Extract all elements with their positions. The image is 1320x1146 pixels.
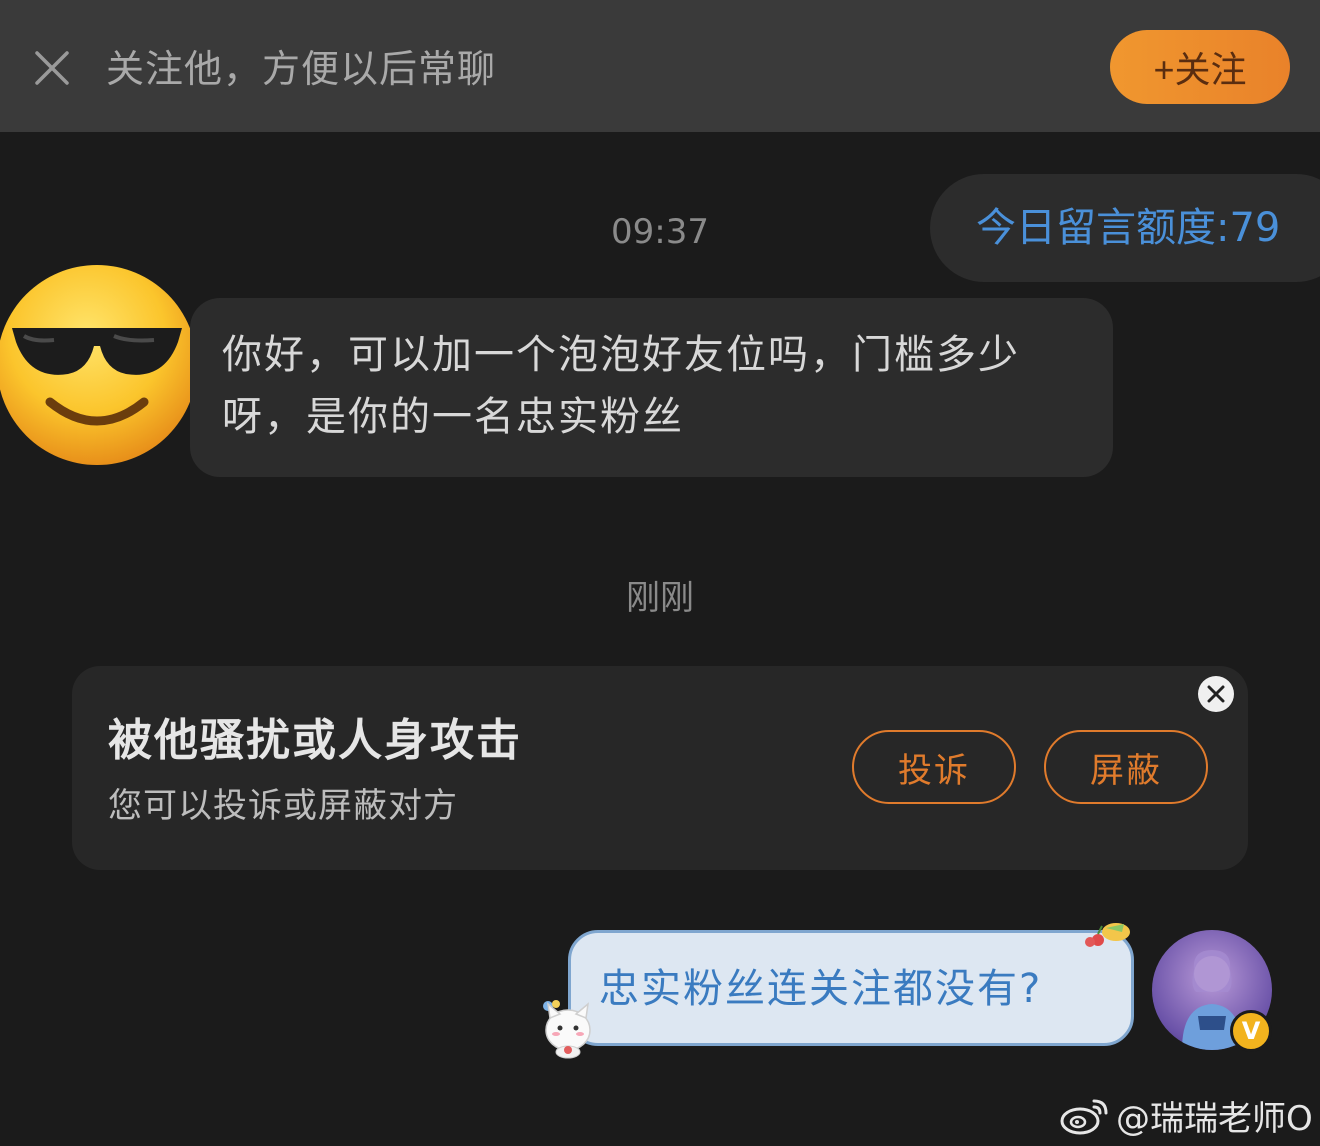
follow-prompt-text: 关注他，方便以后常聊 — [106, 47, 497, 91]
close-card-icon[interactable] — [1198, 676, 1234, 712]
safety-card-title: 被他骚扰或人身攻击 — [108, 715, 522, 766]
follow-button[interactable]: +关注 — [1110, 30, 1290, 104]
watermark-text: @瑞瑞老师O — [1116, 1098, 1313, 1139]
timestamp-second: 刚刚 — [626, 578, 694, 618]
incoming-message-text: 你好，可以加一个泡泡好友位吗，门槛多少呀，是你的一名忠实粉丝 — [222, 332, 1020, 440]
chat-screen: 关注他，方便以后常聊 +关注 今日留言额度:79 09:37 你好，可以加一个泡… — [0, 0, 1320, 1146]
incoming-message-bubble[interactable]: 你好，可以加一个泡泡好友位吗，门槛多少呀，是你的一名忠实粉丝 — [190, 298, 1113, 477]
outgoing-message-text: 忠实粉丝连关注都没有? — [599, 966, 1043, 1012]
harassment-safety-card: 被他骚扰或人身攻击 您可以投诉或屏蔽对方 投诉 屏蔽 — [72, 666, 1248, 870]
timestamp-first: 09:37 — [611, 212, 709, 252]
weibo-logo-icon — [1060, 1099, 1108, 1135]
cat-sticker-icon — [536, 996, 596, 1060]
close-icon[interactable] — [34, 50, 70, 86]
safety-card-subtitle: 您可以投诉或屏蔽对方 — [108, 786, 458, 826]
sunglasses-emoji-icon — [0, 265, 197, 465]
follow-banner: 关注他，方便以后常聊 +关注 — [0, 0, 1320, 132]
verified-badge-icon: V — [1230, 1010, 1272, 1052]
report-button[interactable]: 投诉 — [852, 730, 1016, 804]
fruit-sticker-icon — [1084, 918, 1134, 952]
sender-avatar[interactable] — [0, 262, 200, 468]
weibo-watermark: @瑞瑞老师O — [1060, 1092, 1313, 1139]
outgoing-message-bubble[interactable]: 忠实粉丝连关注都没有? — [568, 930, 1134, 1046]
block-button[interactable]: 屏蔽 — [1044, 730, 1208, 804]
